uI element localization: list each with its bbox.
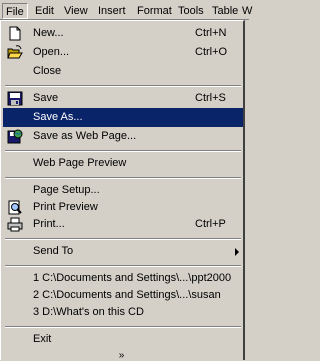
- menu-separator: [5, 238, 241, 240]
- menu-item-label: Save as Web Page...: [33, 130, 137, 142]
- menu-item-open[interactable]: Open... Ctrl+O: [3, 43, 243, 62]
- menu-item-web-page-preview[interactable]: Web Page Preview: [3, 154, 243, 173]
- file-menu: New... Ctrl+N Open... Ctrl+O Close Save: [0, 20, 245, 361]
- menu-item-label: Print...: [33, 218, 65, 230]
- menu-item-label: Send To: [33, 245, 74, 257]
- menu-item-exit[interactable]: Exit: [3, 330, 243, 349]
- menu-bar: File Edit View Insert Format Tools Table…: [0, 0, 252, 20]
- menu-separator: [5, 150, 241, 152]
- menubar-window[interactable]: W: [242, 5, 252, 19]
- menubar-insert[interactable]: Insert: [98, 5, 126, 19]
- menu-item-new[interactable]: New... Ctrl+N: [3, 24, 243, 43]
- menu-item-label: Open...: [33, 46, 70, 58]
- menu-item-label: Save: [33, 92, 59, 104]
- menu-item-shortcut: Ctrl+N: [195, 27, 227, 39]
- menubar-view[interactable]: View: [64, 5, 88, 19]
- printer-icon: [7, 217, 23, 232]
- menu-item-shortcut: Ctrl+O: [195, 46, 228, 58]
- open-folder-icon: [7, 45, 23, 60]
- menu-item-save-as-web-page[interactable]: Save as Web Page...: [3, 127, 243, 146]
- menubar-edit[interactable]: Edit: [35, 5, 54, 19]
- menu-separator: [5, 85, 241, 87]
- menu-item-recent-file[interactable]: 3 D:\What's on this CD: [3, 303, 243, 322]
- menu-item-label: Exit: [33, 333, 52, 345]
- floppy-disk-icon: [7, 91, 23, 106]
- print-preview-icon: [7, 200, 23, 215]
- menu-item-shortcut: Ctrl+P: [195, 218, 226, 230]
- menu-item-print[interactable]: Print... Ctrl+P: [3, 215, 243, 234]
- menu-item-label: Save As...: [33, 111, 83, 123]
- menubar-tools[interactable]: Tools: [178, 5, 204, 19]
- menu-item-label: New...: [33, 27, 64, 39]
- menu-item-close[interactable]: Close: [3, 62, 243, 81]
- submenu-arrow-icon: [235, 248, 239, 256]
- menu-item-label: Web Page Preview: [33, 157, 127, 169]
- menubar-file[interactable]: File: [2, 3, 28, 19]
- save-web-page-icon: [7, 129, 23, 144]
- menubar-format[interactable]: Format: [137, 5, 172, 19]
- menu-item-save[interactable]: Save Ctrl+S: [3, 89, 243, 108]
- menu-separator: [5, 177, 241, 179]
- menu-separator: [5, 265, 241, 267]
- new-document-icon: [7, 26, 23, 41]
- menu-item-shortcut: Ctrl+S: [195, 92, 226, 104]
- menubar-table[interactable]: Table: [212, 5, 238, 19]
- menu-separator: [5, 326, 241, 328]
- menu-item-send-to[interactable]: Send To: [3, 242, 243, 261]
- menu-item-label: Close: [33, 65, 62, 77]
- menu-item-save-as[interactable]: Save As...: [3, 108, 243, 127]
- menu-item-label: 3 D:\What's on this CD: [33, 306, 144, 318]
